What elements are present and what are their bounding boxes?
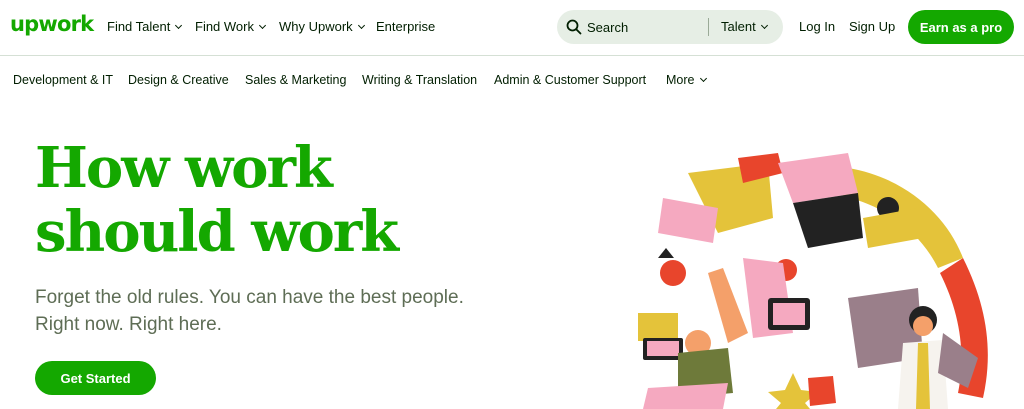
chevron-down-icon bbox=[258, 21, 267, 29]
category-writing-translation[interactable]: Writing & Translation bbox=[362, 73, 477, 87]
hero-title-line-1: How work bbox=[35, 135, 333, 201]
hero-title-line-2: should work bbox=[35, 199, 399, 265]
category-design-creative[interactable]: Design & Creative bbox=[128, 73, 229, 87]
hero-subtitle-line-1: Forget the old rules. You can have the b… bbox=[35, 287, 464, 308]
chevron-down-icon bbox=[175, 21, 183, 29]
nav-enterprise[interactable]: Enterprise bbox=[376, 19, 435, 34]
signup-link[interactable]: Sign Up bbox=[849, 19, 895, 34]
search-icon[interactable] bbox=[566, 19, 582, 35]
upwork-logo[interactable]: upwork bbox=[10, 12, 94, 36]
nav-why-upwork[interactable]: Why Upwork bbox=[279, 19, 365, 34]
category-more[interactable]: More bbox=[666, 73, 708, 87]
chevron-down-icon bbox=[760, 21, 768, 29]
search-input[interactable] bbox=[587, 17, 707, 37]
hero-title: How work should work bbox=[35, 136, 515, 264]
nav-find-talent-label: Find Talent bbox=[107, 19, 171, 34]
category-sales-marketing[interactable]: Sales & Marketing bbox=[245, 73, 346, 87]
nav-find-talent[interactable]: Find Talent bbox=[107, 19, 183, 34]
chevron-down-icon bbox=[700, 74, 708, 83]
category-admin-support[interactable]: Admin & Customer Support bbox=[494, 73, 646, 87]
nav-enterprise-label: Enterprise bbox=[376, 19, 436, 34]
category-development-it[interactable]: Development & IT bbox=[13, 73, 113, 87]
hero-subtitle: Forget the old rules. You can have the b… bbox=[35, 284, 505, 338]
search-scope-label: Talent bbox=[721, 19, 756, 34]
nav-why-upwork-label: Why Upwork bbox=[279, 19, 353, 34]
nav-divider bbox=[0, 55, 1024, 56]
search-bar: Talent bbox=[557, 10, 783, 44]
search-scope-dropdown[interactable]: Talent bbox=[721, 19, 768, 34]
earn-as-pro-button[interactable]: Earn as a pro bbox=[908, 10, 1014, 44]
category-more-label: More bbox=[666, 73, 695, 87]
get-started-button[interactable]: Get Started bbox=[35, 361, 156, 395]
nav-find-work[interactable]: Find Work bbox=[195, 19, 267, 34]
hero-illustration bbox=[638, 153, 988, 409]
search-divider bbox=[708, 18, 709, 36]
nav-find-work-label: Find Work bbox=[195, 19, 254, 34]
login-link[interactable]: Log In bbox=[799, 19, 835, 34]
hero-subtitle-line-2: Right now. Right here. bbox=[35, 314, 222, 335]
chevron-down-icon bbox=[357, 21, 365, 29]
top-navbar: upwork Find Talent Find Work Why Upwork … bbox=[0, 0, 1024, 54]
